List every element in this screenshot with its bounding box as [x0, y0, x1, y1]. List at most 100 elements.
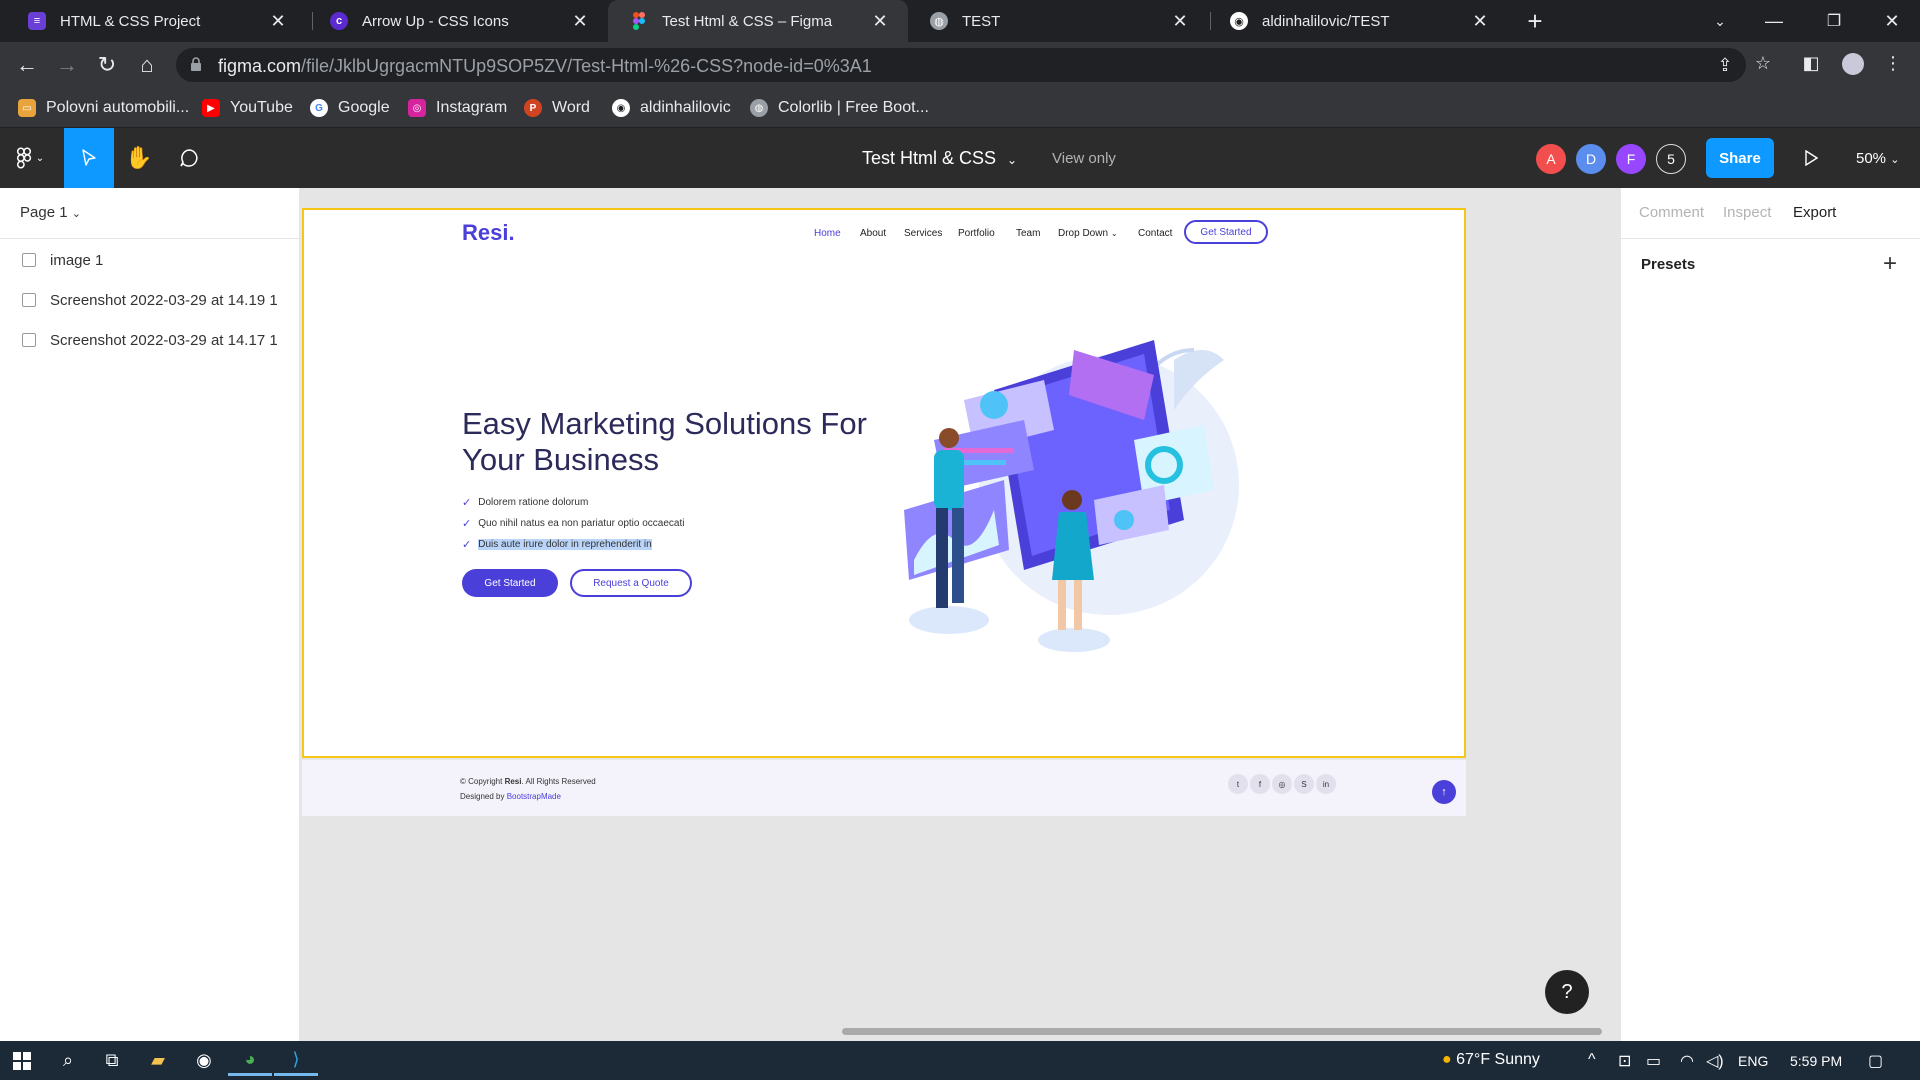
layer-item[interactable]: image 1 — [22, 248, 103, 272]
tab-comment[interactable]: Comment — [1639, 204, 1704, 221]
youtube-icon: ▶ — [202, 99, 220, 117]
avatar[interactable]: D — [1576, 144, 1606, 174]
bookmark-instagram[interactable]: ◎ Instagram — [408, 96, 507, 120]
bookmark-colorlib[interactable]: ◍ Colorlib | Free Boot... — [750, 96, 929, 120]
bookmark-word[interactable]: P Word — [524, 96, 590, 120]
page-selector[interactable]: Page 1 ⌄ — [20, 204, 81, 221]
avatar[interactable]: A — [1536, 144, 1566, 174]
tray-chevron-icon[interactable]: ^ — [1588, 1051, 1596, 1069]
nav-contact[interactable]: Contact — [1138, 228, 1172, 239]
back-to-top-button[interactable]: ↑ — [1432, 780, 1456, 804]
chrome-icon[interactable]: ◕ — [228, 1045, 272, 1076]
more-users-count[interactable]: 5 — [1656, 144, 1686, 174]
close-icon[interactable]: ✕ — [1170, 11, 1190, 32]
check-text: Dolorem ratione dolorum — [478, 497, 589, 508]
bookmark-google[interactable]: G Google — [310, 96, 390, 120]
twitter-icon[interactable]: t — [1228, 774, 1248, 794]
network-icon[interactable]: ⊡ — [1618, 1051, 1631, 1071]
back-arrow-icon[interactable]: ← — [12, 50, 42, 80]
file-explorer-icon[interactable]: ▰ — [136, 1045, 180, 1076]
design-frame[interactable]: Resi. Home About Services Portfolio Team… — [302, 208, 1466, 758]
zoom-level[interactable]: 50% ⌄ — [1856, 150, 1899, 167]
nav-portfolio[interactable]: Portfolio — [958, 228, 995, 239]
battery-icon[interactable]: ▭ — [1646, 1051, 1661, 1071]
facebook-icon[interactable]: f — [1250, 774, 1270, 794]
move-tool-icon[interactable] — [64, 128, 114, 188]
bookmark-star-icon[interactable]: ☆ — [1752, 53, 1774, 75]
skype-icon[interactable]: S — [1294, 774, 1314, 794]
new-tab-button[interactable]: + — [1520, 6, 1550, 36]
layer-item[interactable]: Screenshot 2022-03-29 at 14.19 1 — [22, 288, 278, 312]
bookmark-youtube[interactable]: ▶ YouTube — [202, 96, 293, 120]
present-play-icon[interactable] — [1786, 128, 1836, 188]
tab-inspect[interactable]: Inspect — [1723, 204, 1771, 221]
sun-icon: ● — [1442, 1051, 1452, 1068]
tab-search-chevron-icon[interactable]: ⌄ — [1692, 0, 1748, 42]
minimize-button[interactable]: — — [1746, 0, 1802, 42]
image-icon — [22, 293, 36, 307]
nav-about[interactable]: About — [860, 228, 886, 239]
close-window-button[interactable]: ✕ — [1864, 0, 1920, 42]
figma-canvas[interactable]: Resi. Home About Services Portfolio Team… — [300, 188, 1620, 1041]
tab-html-css-project[interactable]: ≡ HTML & CSS Project ✕ — [6, 0, 306, 42]
home-icon[interactable]: ⌂ — [132, 50, 162, 80]
add-preset-icon[interactable]: + — [1883, 250, 1897, 278]
bookmark-github[interactable]: ◉ aldinhalilovic — [612, 96, 731, 120]
nav-home[interactable]: Home — [814, 228, 841, 239]
menu-dots-icon[interactable]: ⋮ — [1882, 53, 1904, 75]
url-path: /file/JklbUgrgacmNTUp9SOP5ZV/Test-Html-%… — [301, 56, 872, 76]
address-bar[interactable]: figma.com/file/JklbUgrgacmNTUp9SOP5ZV/Te… — [176, 48, 1746, 82]
notifications-icon[interactable]: ▢ — [1868, 1051, 1883, 1071]
volume-icon[interactable]: ◁) — [1706, 1051, 1724, 1071]
hero-get-started-button[interactable]: Get Started — [462, 569, 558, 597]
horizontal-scrollbar[interactable] — [842, 1028, 1602, 1035]
profile-avatar[interactable] — [1842, 53, 1864, 75]
tab-figma[interactable]: Test Html & CSS – Figma ✕ — [608, 0, 908, 42]
close-icon[interactable]: ✕ — [1470, 11, 1490, 32]
bookmark-polovni[interactable]: ▭ Polovni automobili... — [18, 96, 189, 120]
weather-widget[interactable]: ● 67°F Sunny — [1442, 1051, 1540, 1069]
language-indicator[interactable]: ENG — [1738, 1053, 1768, 1069]
nav-services[interactable]: Services — [904, 228, 942, 239]
nav-team[interactable]: Team — [1016, 228, 1040, 239]
tab-arrow-up-css-icons[interactable]: c Arrow Up - CSS Icons ✕ — [308, 0, 608, 42]
share-page-icon[interactable]: ⇪ — [1714, 55, 1736, 77]
check-icon: ✓ — [462, 539, 472, 551]
obs-icon[interactable]: ◉ — [182, 1045, 226, 1076]
word-icon: P — [524, 99, 542, 117]
forward-arrow-icon[interactable]: → — [52, 50, 82, 80]
close-icon[interactable]: ✕ — [570, 11, 590, 32]
presets-heading: Presets — [1641, 256, 1696, 273]
chevron-down-icon: ⌄ — [71, 208, 81, 220]
reload-icon[interactable]: ↻ — [92, 50, 122, 80]
layers-panel: Page 1 ⌄ image 1 Screenshot 2022-03-29 a… — [0, 188, 300, 1041]
vscode-icon[interactable]: ⟩ — [274, 1045, 318, 1076]
file-title[interactable]: Test Html & CSS ⌄ — [862, 148, 1017, 169]
help-button[interactable]: ? — [1545, 970, 1589, 1014]
clock[interactable]: 5:59 PM — [1790, 1053, 1842, 1069]
comment-tool-icon[interactable] — [164, 128, 214, 188]
request-quote-button[interactable]: Request a Quote — [570, 569, 692, 597]
figma-menu-icon[interactable]: ⌄ — [8, 128, 52, 188]
hero-title: Easy Marketing Solutions For Your Busine… — [462, 406, 867, 477]
tab-export[interactable]: Export — [1793, 204, 1836, 221]
hand-tool-icon[interactable]: ✋ — [114, 128, 164, 188]
task-view-icon[interactable]: ⧉ — [90, 1045, 134, 1076]
nav-dropdown[interactable]: Drop Down ⌄ — [1058, 228, 1118, 239]
instagram-icon[interactable]: ◎ — [1272, 774, 1292, 794]
search-icon[interactable]: ⌕ — [46, 1045, 90, 1076]
designer-link[interactable]: BootstrapMade — [507, 792, 561, 801]
close-icon[interactable]: ✕ — [268, 11, 288, 32]
windows-start-icon[interactable] — [0, 1045, 44, 1076]
side-panel-icon[interactable]: ◧ — [1800, 53, 1822, 75]
close-icon[interactable]: ✕ — [870, 11, 890, 32]
tab-test[interactable]: ◍ TEST ✕ — [908, 0, 1208, 42]
wifi-icon[interactable]: ◠ — [1680, 1051, 1694, 1071]
share-button[interactable]: Share — [1706, 138, 1774, 178]
layer-item[interactable]: Screenshot 2022-03-29 at 14.17 1 — [22, 328, 278, 352]
linkedin-icon[interactable]: in — [1316, 774, 1336, 794]
tab-github-test[interactable]: ◉ aldinhalilovic/TEST ✕ — [1208, 0, 1508, 42]
nav-get-started-button[interactable]: Get Started — [1184, 220, 1268, 244]
restore-button[interactable]: ❐ — [1806, 0, 1862, 42]
avatar[interactable]: F — [1616, 144, 1646, 174]
